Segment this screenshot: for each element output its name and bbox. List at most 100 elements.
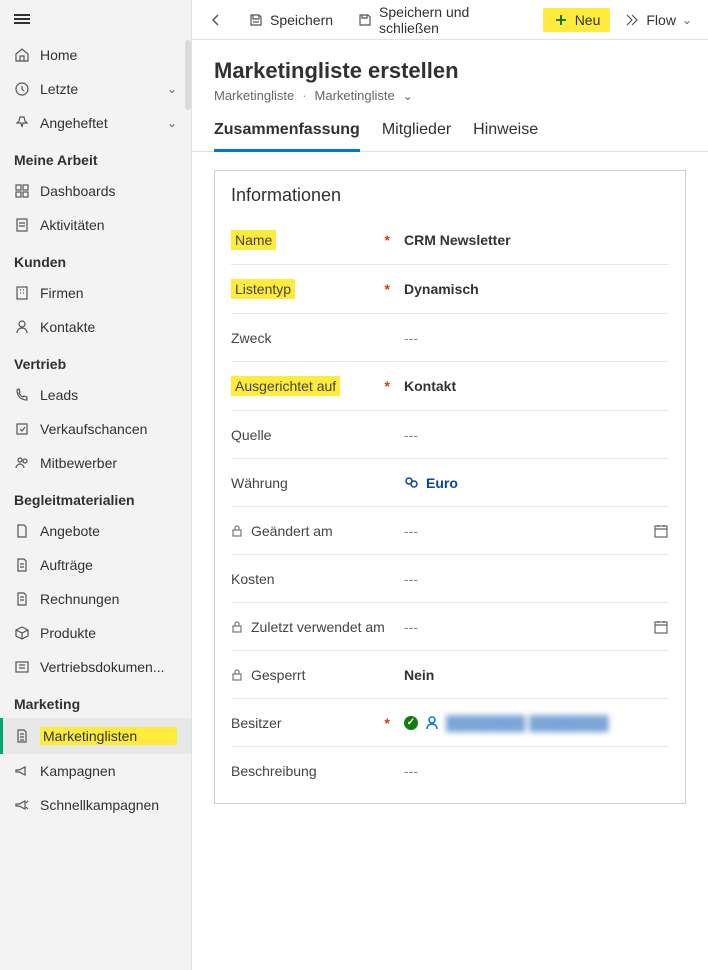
- sidebar-item-quotes[interactable]: Angebote: [0, 514, 191, 548]
- tabs: Zusammenfassung Mitglieder Hinweise: [192, 103, 708, 152]
- field-label: Geändert am: [251, 523, 333, 539]
- field-value[interactable]: Kontakt: [396, 378, 669, 394]
- chevron-down-icon: ⌄: [682, 13, 692, 27]
- sidebar-item-marketinglists[interactable]: Marketinglisten: [0, 718, 191, 754]
- save-button[interactable]: Speichern: [238, 6, 343, 34]
- back-button[interactable]: [198, 6, 234, 34]
- sidebar-item-label: Angeheftet: [40, 115, 167, 131]
- field-owner[interactable]: Besitzer * ✓ ████████ ████████: [231, 699, 669, 747]
- check-icon: ✓: [404, 716, 418, 730]
- field-label: Gesperrt: [251, 667, 305, 683]
- field-cost[interactable]: Kosten ---: [231, 555, 669, 603]
- sidebar-item-leads[interactable]: Leads: [0, 378, 191, 412]
- card-title: Informationen: [231, 185, 669, 206]
- plus-icon: [553, 12, 569, 28]
- sidebar-item-orders[interactable]: Aufträge: [0, 548, 191, 582]
- sidebar-item-label: Kampagnen: [40, 763, 177, 779]
- breadcrumb-item[interactable]: Marketingliste: [315, 88, 395, 103]
- calendar-icon[interactable]: [653, 619, 669, 635]
- field-listtype[interactable]: Listentyp * Dynamisch: [231, 265, 669, 314]
- sidebar-section-collateral: Begleitmaterialien: [0, 480, 191, 514]
- sidebar-item-accounts[interactable]: Firmen: [0, 276, 191, 310]
- sidebar-section-customers: Kunden: [0, 242, 191, 276]
- field-label: Name: [231, 230, 276, 250]
- list-icon: [14, 728, 30, 744]
- sidebar-item-label: Firmen: [40, 285, 177, 301]
- sidebar-scrollbar[interactable]: [185, 40, 191, 110]
- field-value: Nein: [396, 667, 669, 683]
- chevron-down-icon: ⌄: [167, 116, 177, 130]
- tab-members[interactable]: Mitglieder: [382, 121, 451, 151]
- sidebar-item-label: Letzte: [40, 81, 167, 97]
- field-label: Zuletzt verwendet am: [251, 619, 385, 635]
- tab-notes[interactable]: Hinweise: [473, 121, 538, 151]
- chevron-down-icon[interactable]: ⌄: [403, 89, 413, 103]
- field-value[interactable]: Euro: [396, 475, 669, 491]
- cmd-label: Speichern: [270, 12, 333, 28]
- breadcrumb-separator: ·: [302, 88, 306, 103]
- sidebar-item-quickcampaigns[interactable]: Schnellkampagnen: [0, 788, 191, 822]
- sidebar-item-home[interactable]: Home: [0, 38, 191, 72]
- field-value[interactable]: ✓ ████████ ████████: [396, 715, 669, 731]
- sidebar-item-campaigns[interactable]: Kampagnen: [0, 754, 191, 788]
- lock-icon: [231, 525, 243, 537]
- tab-summary[interactable]: Zusammenfassung: [214, 121, 360, 152]
- invoice-icon: [14, 591, 30, 607]
- breadcrumb: Marketingliste · Marketingliste ⌄: [214, 88, 686, 103]
- save-icon: [248, 12, 264, 28]
- flow-button[interactable]: Flow ⌄: [614, 6, 702, 34]
- sidebar-item-activities[interactable]: Aktivitäten: [0, 208, 191, 242]
- sidebar-item-label: Mitbewerber: [40, 455, 177, 471]
- sidebar-item-invoices[interactable]: Rechnungen: [0, 582, 191, 616]
- page-header: Marketingliste erstellen Marketingliste …: [192, 40, 708, 103]
- field-value[interactable]: CRM Newsletter: [396, 232, 669, 248]
- owner-name: ████████ ████████: [446, 715, 609, 731]
- hamburger-menu[interactable]: [0, 0, 191, 38]
- sidebar-item-label: Marketinglisten: [40, 727, 177, 745]
- dashboard-icon: [14, 183, 30, 199]
- person-icon: [14, 319, 30, 335]
- sidebar-item-label: Dashboards: [40, 183, 177, 199]
- lock-icon: [231, 669, 243, 681]
- document-icon: [14, 557, 30, 573]
- sidebar-item-recent[interactable]: Letzte ⌄: [0, 72, 191, 106]
- breadcrumb-item[interactable]: Marketingliste: [214, 88, 294, 103]
- sidebar-item-contacts[interactable]: Kontakte: [0, 310, 191, 344]
- field-modified: Geändert am ---: [231, 507, 669, 555]
- field-value[interactable]: ---: [396, 427, 669, 443]
- field-source[interactable]: Quelle ---: [231, 411, 669, 459]
- field-label: Währung: [231, 475, 288, 491]
- phone-icon: [14, 387, 30, 403]
- field-purpose[interactable]: Zweck ---: [231, 314, 669, 362]
- sidebar-item-label: Schnellkampagnen: [40, 797, 177, 813]
- calendar-icon[interactable]: [653, 523, 669, 539]
- currency-icon: [404, 475, 420, 491]
- sidebar-item-label: Vertriebsdokumen...: [40, 659, 177, 675]
- field-value[interactable]: ---: [396, 330, 669, 346]
- field-currency[interactable]: Währung Euro: [231, 459, 669, 507]
- info-card: Informationen Name * CRM Newsletter List…: [214, 170, 686, 804]
- megaphone-icon: [14, 797, 30, 813]
- main-content: Speichern Speichern und schließen Neu Fl…: [192, 0, 708, 970]
- sidebar-item-competitors[interactable]: Mitbewerber: [0, 446, 191, 480]
- sidebar-item-products[interactable]: Produkte: [0, 616, 191, 650]
- sidebar-item-salesdocs[interactable]: Vertriebsdokumen...: [0, 650, 191, 684]
- required-indicator: *: [385, 378, 390, 394]
- field-description[interactable]: Beschreibung ---: [231, 747, 669, 795]
- home-icon: [14, 47, 30, 63]
- field-name[interactable]: Name * CRM Newsletter: [231, 216, 669, 265]
- pin-icon: [14, 115, 30, 131]
- sidebar-item-opportunities[interactable]: Verkaufschancen: [0, 412, 191, 446]
- sidebar-item-label: Rechnungen: [40, 591, 177, 607]
- sidebar-item-dashboards[interactable]: Dashboards: [0, 174, 191, 208]
- folder-icon: [14, 659, 30, 675]
- field-value[interactable]: Dynamisch: [396, 281, 669, 297]
- field-label: Ausgerichtet auf: [231, 376, 340, 396]
- field-value[interactable]: ---: [396, 571, 669, 587]
- save-close-button[interactable]: Speichern und schließen: [347, 0, 539, 42]
- field-value[interactable]: ---: [396, 763, 669, 779]
- field-targeted[interactable]: Ausgerichtet auf * Kontakt: [231, 362, 669, 411]
- sidebar-item-pinned[interactable]: Angeheftet ⌄: [0, 106, 191, 140]
- new-button[interactable]: Neu: [543, 8, 611, 32]
- field-lastused: Zuletzt verwendet am ---: [231, 603, 669, 651]
